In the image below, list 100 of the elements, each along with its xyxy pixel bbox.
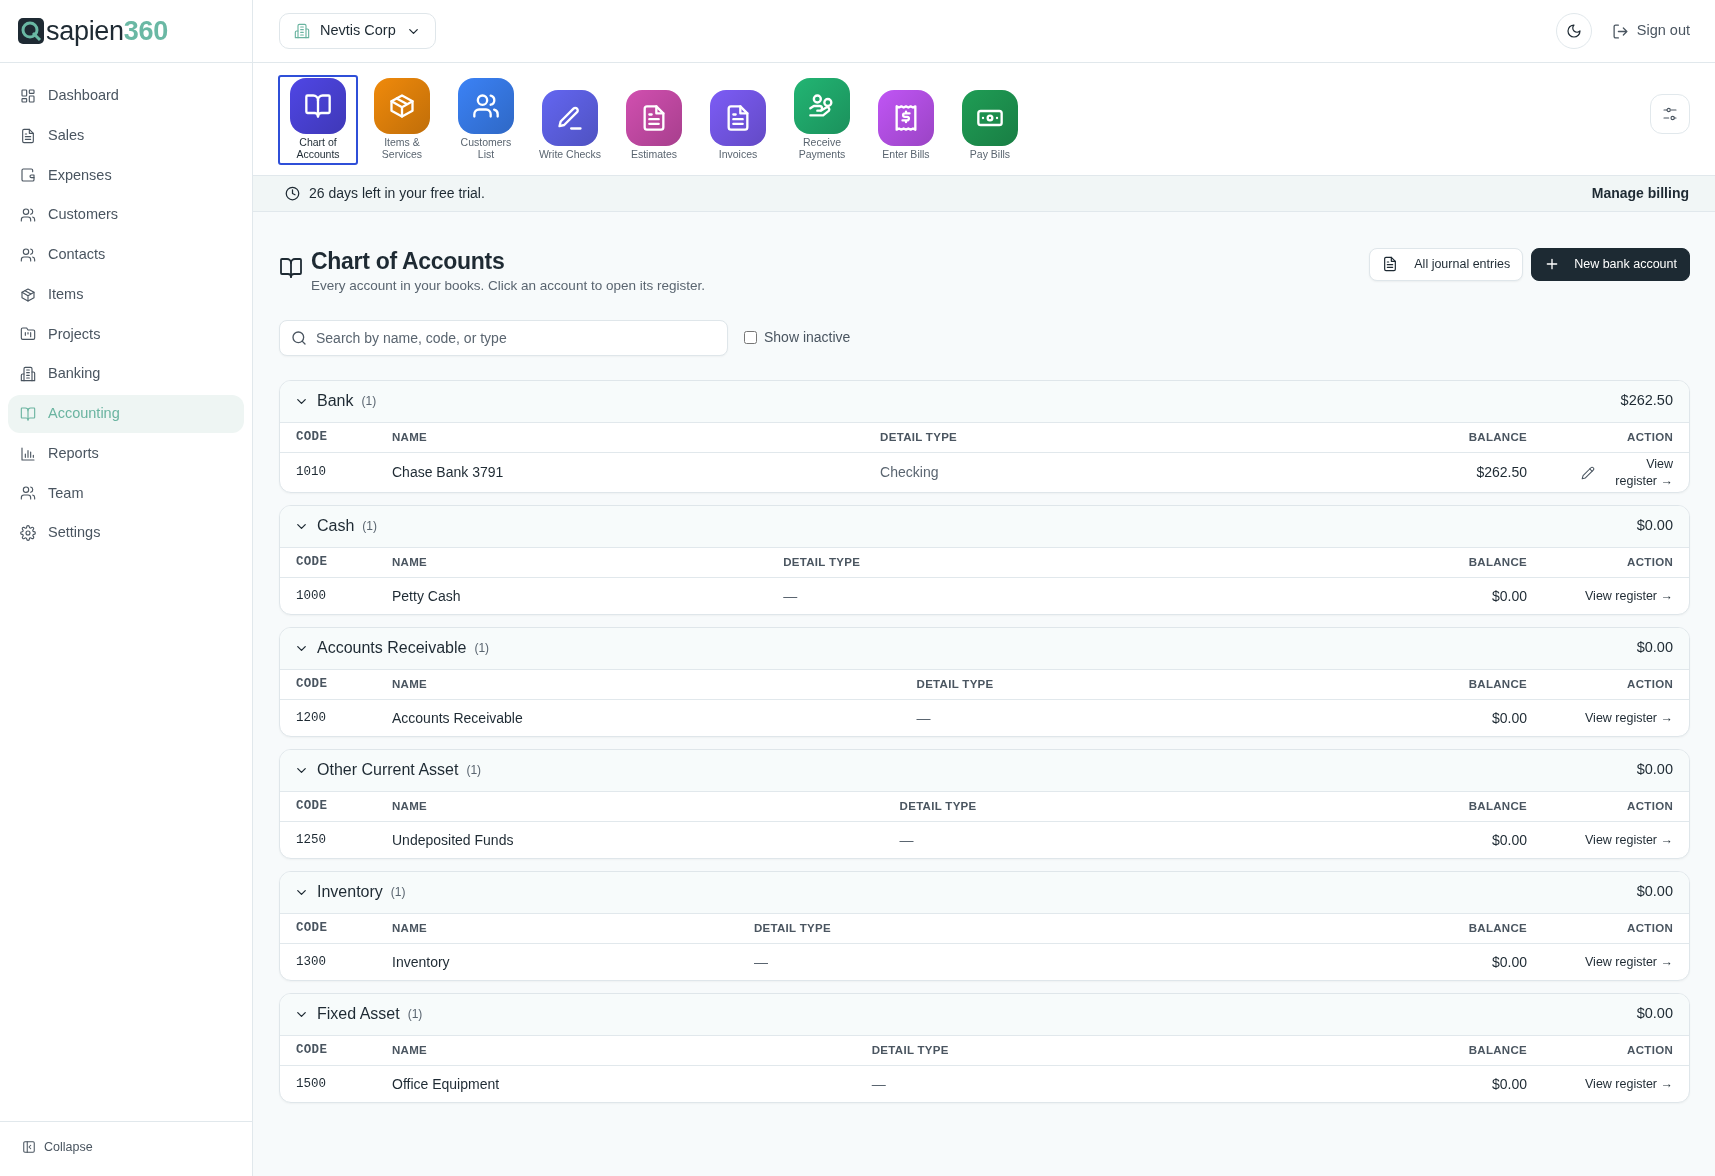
- detail-type: Checking: [864, 452, 1236, 492]
- group-count: (1): [361, 393, 377, 411]
- settings-icon: [20, 525, 36, 542]
- account-balance: $0.00: [1251, 699, 1543, 736]
- sidebar-item[interactable]: Sales: [8, 116, 244, 155]
- collapse-link[interactable]: Collapse: [22, 1137, 93, 1157]
- brand-name: sapien360: [46, 14, 168, 48]
- account-balance: $0.00: [1231, 1065, 1543, 1102]
- detail-type: —: [737, 943, 1179, 980]
- people-icon: [20, 485, 36, 502]
- group-total: $0.00: [1636, 882, 1673, 902]
- detail-type: —: [883, 821, 1245, 858]
- sidebar-item[interactable]: Banking: [8, 355, 244, 393]
- toolbar-shortcut[interactable]: Chart of Accounts: [278, 74, 358, 165]
- column-header: DETAIL TYPE: [737, 913, 1179, 944]
- column-header: NAME: [376, 547, 768, 578]
- group-name: Bank: [317, 391, 354, 412]
- search-icon: [291, 329, 307, 346]
- logo-icon: [18, 18, 44, 44]
- checkbox-label: Show inactive: [764, 328, 851, 348]
- column-header: NAME: [376, 913, 738, 944]
- account-balance: $0.00: [1178, 943, 1543, 980]
- company-dropdown[interactable]: Nevtis Corp: [279, 13, 436, 49]
- group-total: $0.00: [1636, 760, 1673, 780]
- journal-entries-button[interactable]: All journal entries: [1369, 248, 1524, 281]
- new-bank-account-button[interactable]: New bank account: [1531, 248, 1690, 281]
- view-register-link[interactable]: View register →: [1585, 587, 1673, 605]
- detail-type: —: [900, 699, 1252, 736]
- column-header: NAME: [376, 422, 865, 453]
- book-icon: [279, 256, 303, 280]
- toolbar-shortcut[interactable]: Receive Payments: [782, 74, 862, 165]
- edit-button[interactable]: [1581, 465, 1595, 480]
- sidebar-item[interactable]: Reports: [8, 434, 244, 473]
- theme-toggle-button[interactable]: [1555, 13, 1592, 49]
- manage-billing-link[interactable]: Manage billing: [1591, 183, 1689, 204]
- folder-icon: [20, 326, 36, 343]
- building-icon: [20, 366, 36, 383]
- group-total: $0.00: [1636, 516, 1673, 536]
- column-header: DETAIL TYPE: [767, 547, 1192, 578]
- column-header: NAME: [376, 1035, 856, 1066]
- column-header: DETAIL TYPE: [900, 669, 1252, 700]
- column-header: BALANCE: [1235, 422, 1543, 453]
- detail-type: —: [855, 1065, 1232, 1102]
- view-register-link[interactable]: View register →: [1585, 831, 1673, 849]
- group-name: Cash: [317, 516, 355, 537]
- people-icon: [472, 91, 500, 120]
- wallet-icon: [20, 167, 36, 184]
- column-header: BALANCE: [1244, 791, 1543, 822]
- account-name: Inventory: [376, 943, 738, 980]
- account-name: Petty Cash: [376, 577, 768, 614]
- group-name: Inventory: [317, 882, 383, 903]
- column-header: CODE: [280, 913, 376, 944]
- sidebar-item[interactable]: Expenses: [8, 156, 244, 195]
- clock-icon: [285, 186, 300, 201]
- group-total: $0.00: [1636, 638, 1673, 658]
- sidebar-item[interactable]: Projects: [8, 315, 244, 354]
- column-header: CODE: [280, 1035, 376, 1066]
- account-name: Office Equipment: [376, 1065, 856, 1102]
- page-subtitle: Every account in your books. Click an account to open its register.: [311, 276, 705, 295]
- moon-icon: [1565, 23, 1582, 39]
- column-header: BALANCE: [1231, 1035, 1543, 1066]
- column-header: BALANCE: [1251, 669, 1543, 700]
- view-register-link[interactable]: View register →: [1585, 1075, 1673, 1093]
- sidebar-item[interactable]: Customers: [8, 196, 244, 234]
- group-name: Accounts Receivable: [317, 638, 467, 659]
- sidebar-item[interactable]: Team: [8, 474, 244, 513]
- building-icon: [294, 23, 310, 39]
- column-header: DETAIL TYPE: [855, 1035, 1232, 1066]
- toolbar-shortcut[interactable]: Items & Services: [362, 74, 442, 165]
- column-header: ACTION: [1543, 422, 1689, 453]
- column-header: CODE: [280, 791, 376, 822]
- toolbar-shortcut[interactable]: Customers List: [446, 74, 526, 165]
- view-register-link[interactable]: View register →: [1585, 709, 1673, 727]
- column-header: ACTION: [1543, 669, 1689, 700]
- account-code: 1200: [280, 699, 376, 736]
- view-register-link[interactable]: View register →: [1609, 456, 1673, 489]
- column-header: ACTION: [1543, 1035, 1689, 1066]
- sidebar-item[interactable]: Settings: [8, 514, 244, 552]
- sidebar-item[interactable]: Dashboard: [8, 77, 244, 115]
- group-total: $262.50: [1620, 391, 1673, 411]
- account-name: Chase Bank 3791: [376, 452, 865, 492]
- group-count: (1): [466, 762, 482, 780]
- sidebar-item[interactable]: Contacts: [8, 236, 244, 274]
- document-icon: [1382, 256, 1399, 273]
- sliders-icon: [1662, 106, 1678, 122]
- sidebar-item[interactable]: Items: [8, 275, 244, 314]
- column-header: NAME: [376, 791, 884, 822]
- account-code: 1010: [280, 452, 376, 492]
- group-count: (1): [407, 1006, 423, 1024]
- column-header: NAME: [376, 669, 901, 700]
- sign-out-icon: [1611, 22, 1629, 40]
- people-icon: [20, 246, 36, 263]
- panel-icon: [22, 1140, 36, 1154]
- page-title: Chart of Accounts: [311, 248, 506, 276]
- group-count: (1): [390, 884, 406, 902]
- column-header: ACTION: [1543, 791, 1689, 822]
- group-name: Fixed Asset: [317, 1004, 400, 1025]
- sign-out-link[interactable]: Sign out: [1611, 20, 1690, 42]
- search-field[interactable]: Search by name, code, or type: [279, 319, 728, 356]
- view-register-link[interactable]: View register →: [1585, 953, 1673, 971]
